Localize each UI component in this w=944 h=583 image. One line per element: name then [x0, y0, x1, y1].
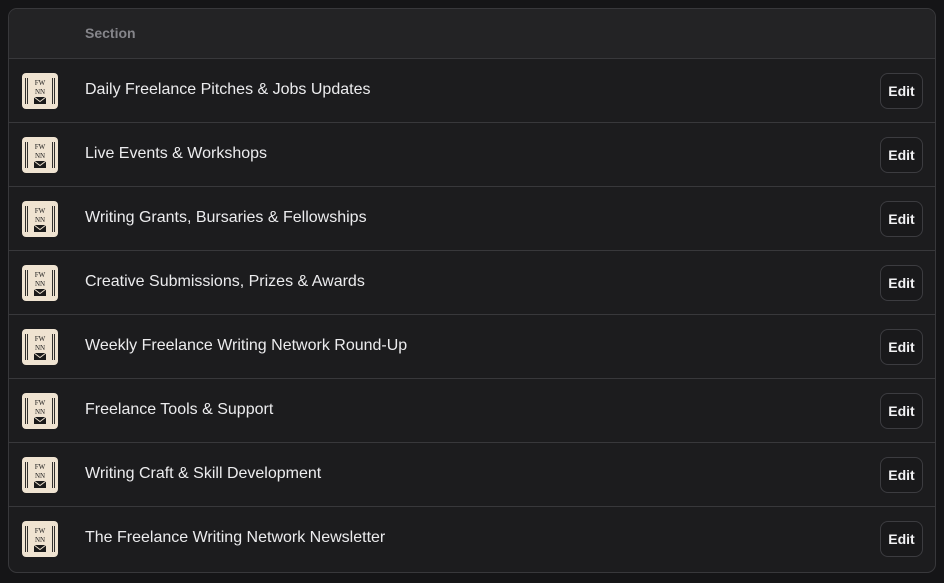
logo-text-line1: FW	[35, 143, 46, 151]
table-row: FW NN Freelance Tools & Support Edit	[9, 379, 935, 443]
logo-text-line1: FW	[35, 463, 46, 471]
table-row: FW NN Live Events & Workshops Edit	[9, 123, 935, 187]
table-header: Section	[9, 9, 935, 59]
section-name: Live Events & Workshops	[85, 145, 268, 162]
edit-button[interactable]: Edit	[880, 73, 923, 109]
edit-button[interactable]: Edit	[880, 393, 923, 429]
logo-text-line1: FW	[35, 399, 46, 407]
section-name: Writing Craft & Skill Development	[85, 465, 322, 482]
logo-text-line2: NN	[35, 536, 45, 544]
edit-button[interactable]: Edit	[880, 137, 923, 173]
edit-button[interactable]: Edit	[880, 457, 923, 493]
fwn-logo-icon: FW NN	[22, 393, 58, 429]
table-row: FW NN Writing Craft & Skill Development Edi…	[9, 443, 935, 507]
fwn-logo-icon: FW NN	[22, 521, 58, 557]
section-column-header: Section	[85, 25, 136, 41]
fwn-logo-icon: FW NN	[22, 137, 58, 173]
logo-text-line1: FW	[35, 335, 46, 343]
table-row: FW NN Creative Submissions, Prizes & Award…	[9, 251, 935, 315]
fwn-logo-icon: FW NN	[22, 201, 58, 237]
fwn-logo-icon: FW NN	[22, 265, 58, 301]
edit-button[interactable]: Edit	[880, 201, 923, 237]
table-row: FW NN Weekly Freelance Writing Network Rou…	[9, 315, 935, 379]
edit-button[interactable]: Edit	[880, 329, 923, 365]
logo-text-line2: NN	[35, 280, 45, 288]
table-body: FW NN Daily Freelance Pitches & Jobs Updat…	[9, 59, 935, 571]
section-name: Freelance Tools & Support	[85, 401, 274, 418]
logo-text-line2: NN	[35, 88, 45, 96]
logo-text-line1: FW	[35, 79, 46, 87]
section-name: Creative Submissions, Prizes & Awards	[85, 273, 365, 290]
edit-button[interactable]: Edit	[880, 521, 923, 557]
fwn-logo-icon: FW NN	[22, 329, 58, 365]
logo-text-line2: NN	[35, 344, 45, 352]
logo-text-line1: FW	[35, 527, 46, 535]
logo-text-line2: NN	[35, 152, 45, 160]
table-row: FW NN Writing Grants, Bursaries & Fellowsh…	[9, 187, 935, 251]
section-name: The Freelance Writing Network Newsletter	[85, 529, 386, 546]
logo-text-line2: NN	[35, 216, 45, 224]
table-row: FW NN The Freelance Writing Network Newsle…	[9, 507, 935, 571]
logo-text-line1: FW	[35, 207, 46, 215]
section-name: Writing Grants, Bursaries & Fellowships	[85, 209, 367, 226]
sections-table: Section FW NN Daily Freelance Pitches & Jo…	[8, 8, 936, 573]
logo-text-line1: FW	[35, 271, 46, 279]
logo-text-line2: NN	[35, 472, 45, 480]
logo-text-line2: NN	[35, 408, 45, 416]
table-row: FW NN Daily Freelance Pitches & Jobs Updat…	[9, 59, 935, 123]
fwn-logo-icon: FW NN	[22, 73, 58, 109]
edit-button[interactable]: Edit	[880, 265, 923, 301]
section-name: Weekly Freelance Writing Network Round-U…	[85, 337, 408, 354]
section-name: Daily Freelance Pitches & Jobs Updates	[85, 81, 371, 98]
fwn-logo-icon: FW NN	[22, 457, 58, 493]
